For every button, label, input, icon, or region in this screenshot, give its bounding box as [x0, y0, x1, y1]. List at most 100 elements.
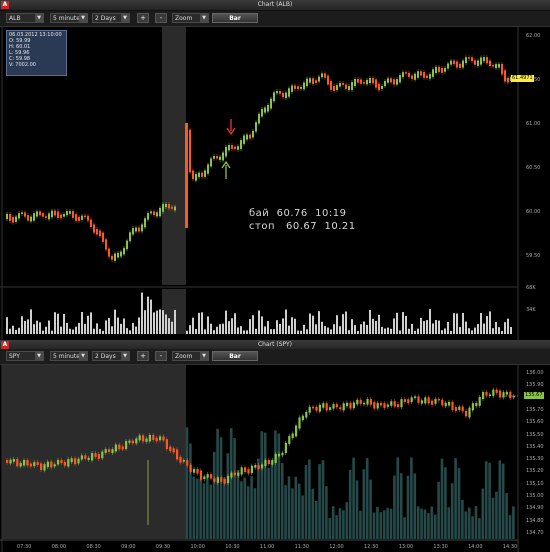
candle-body	[94, 453, 97, 457]
top-chart-area[interactable]	[0, 27, 550, 343]
candle-body	[90, 219, 92, 227]
bottom-bar-button[interactable]: Bar	[212, 351, 258, 361]
volume-bar	[441, 330, 443, 334]
top-axis-tick: 60.50	[526, 165, 541, 171]
top-zoom-out-button[interactable]: -	[155, 13, 167, 23]
candle-body	[468, 57, 470, 59]
volume-bar	[372, 318, 374, 334]
volume-bar	[348, 469, 352, 539]
volume-bar	[297, 483, 301, 539]
candle-body	[129, 232, 131, 242]
chevron-down-icon[interactable]: ▼	[79, 352, 87, 360]
top-symbol-select[interactable]: ALB ▼	[6, 13, 44, 23]
volume-bar	[223, 477, 226, 539]
volume-bar	[303, 324, 305, 334]
volume-bar	[252, 315, 254, 334]
candle-body	[131, 440, 134, 444]
volume-bar	[321, 321, 323, 334]
candle-body	[120, 251, 122, 257]
volume-bar	[270, 461, 274, 539]
candle-body	[171, 206, 173, 209]
candle-body	[254, 465, 257, 468]
volume-bar	[261, 316, 263, 334]
volume-bar	[345, 311, 347, 334]
candle-body	[462, 60, 464, 68]
bottom-range-select[interactable]: 2 Days ▼	[92, 351, 130, 361]
volume-bar	[354, 325, 356, 334]
volume-bar	[321, 460, 325, 539]
candle-body	[63, 214, 65, 217]
candle-body	[126, 240, 128, 250]
candle-body	[303, 82, 305, 90]
top-bar-button[interactable]: Bar	[212, 13, 258, 23]
candle-body	[414, 396, 417, 399]
candle-body	[101, 451, 104, 459]
chevron-down-icon[interactable]: ▼	[200, 14, 208, 22]
bottom-interval-select[interactable]: 5 minutes ▼	[50, 351, 88, 361]
candle-body	[104, 449, 107, 453]
volume-bar	[36, 320, 38, 334]
volume-bar	[15, 329, 17, 334]
volume-bar	[360, 324, 362, 334]
top-zoom-in-button[interactable]: +	[137, 13, 149, 23]
volume-bar	[288, 325, 290, 334]
volume-bar	[189, 325, 191, 334]
volume-bar	[378, 314, 380, 334]
candle-body	[42, 213, 44, 217]
candle-body	[400, 399, 403, 408]
candle-body	[339, 82, 341, 87]
volume-bar	[226, 453, 230, 539]
candle-body	[198, 172, 200, 178]
candle-body	[345, 84, 347, 89]
bottom-last-price-badge: 135.67	[524, 392, 544, 399]
chevron-down-icon[interactable]: ▼	[121, 14, 129, 22]
candle-body	[70, 458, 73, 463]
candle-body	[216, 156, 218, 159]
candle-body	[243, 135, 245, 144]
volume-bar	[135, 326, 137, 334]
volume-bar	[114, 309, 116, 334]
volume-bar	[369, 309, 371, 334]
chevron-down-icon[interactable]: ▼	[35, 352, 43, 360]
candle-body	[117, 252, 119, 258]
bottom-zoom-select[interactable]: Zoom ▼	[172, 351, 209, 361]
volume-bar	[457, 468, 461, 539]
candle-body	[359, 399, 362, 404]
chevron-down-icon[interactable]: ▼	[35, 14, 43, 22]
volume-bar	[27, 319, 29, 334]
candle-body	[233, 472, 236, 476]
top-range-select[interactable]: 2 Days ▼	[92, 13, 130, 23]
candle-body	[342, 82, 344, 85]
bottom-symbol-select[interactable]: SPY ▼	[6, 351, 44, 361]
volume-bar	[335, 515, 338, 539]
chevron-down-icon[interactable]: ▼	[79, 14, 87, 22]
volume-bar	[185, 427, 189, 539]
top-interval-select[interactable]: 5 minutes ▼	[50, 13, 88, 23]
volume-bar	[312, 315, 314, 334]
bottom-chart-area[interactable]	[0, 365, 550, 552]
volume-bar	[471, 516, 474, 539]
volume-bar	[399, 473, 403, 539]
bottom-zoom-out-button[interactable]: -	[155, 351, 167, 361]
candle-body	[461, 406, 464, 412]
candle-body	[176, 449, 179, 460]
candle-body	[477, 60, 479, 66]
top-zoom-select[interactable]: Zoom ▼	[172, 13, 209, 23]
volume-bar	[386, 507, 389, 539]
candle-body	[498, 64, 500, 68]
chevron-down-icon[interactable]: ▼	[200, 352, 208, 360]
chevron-down-icon[interactable]: ▼	[121, 352, 129, 360]
volume-bar	[489, 311, 491, 334]
bottom-zoom-in-button[interactable]: +	[137, 351, 149, 361]
volume-bar	[306, 329, 308, 334]
volume-bar	[255, 328, 257, 334]
candle-body	[257, 465, 260, 469]
candle-body	[147, 213, 149, 220]
volume-bar	[410, 457, 413, 539]
candle-body	[142, 435, 145, 442]
volume-bar	[488, 462, 491, 539]
candle-body	[411, 75, 413, 79]
candle-body	[448, 401, 451, 406]
candle-body	[26, 460, 29, 466]
candle-body	[408, 72, 410, 77]
